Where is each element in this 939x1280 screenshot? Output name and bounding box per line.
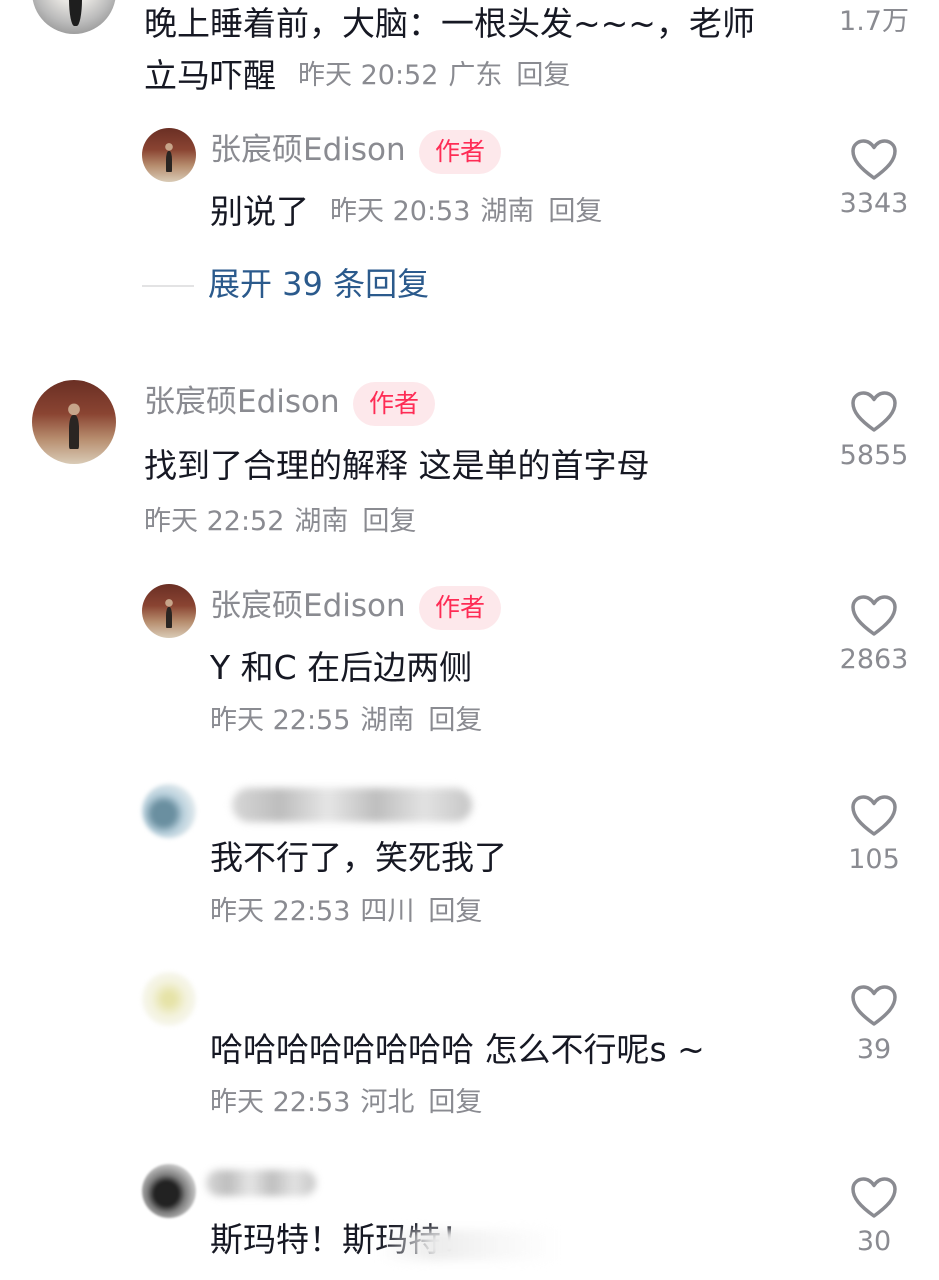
heart-outline-icon bbox=[851, 139, 897, 180]
reply-meta: 昨天 22:53 四川 回复 bbox=[210, 896, 482, 928]
reply-time: 昨天 22:53 bbox=[210, 896, 351, 927]
heart-outline-icon bbox=[851, 391, 897, 432]
author-name[interactable]: 张宸硕Edison bbox=[210, 588, 406, 625]
reply-text: Y 和C 在后边两侧 bbox=[210, 648, 473, 687]
like-count: 39 bbox=[856, 1034, 892, 1065]
user-avatar[interactable] bbox=[142, 972, 196, 1026]
like-count: 5855 bbox=[839, 440, 909, 471]
reply-time: 昨天 22:55 bbox=[210, 705, 351, 736]
heart-outline-icon bbox=[851, 795, 897, 836]
like-count: 105 bbox=[848, 844, 900, 875]
reply-text: 哈哈哈哈哈哈哈哈 怎么不行呢s ~ bbox=[210, 1030, 705, 1069]
comment-time: 昨天 20:52 bbox=[298, 60, 439, 91]
like-button[interactable]: 3343 bbox=[819, 138, 929, 220]
comment-location: 广东 bbox=[448, 60, 503, 91]
reply-meta: 昨天 20:53 湖南 回复 bbox=[330, 196, 602, 228]
reply-text: 我不行了，笑死我了 bbox=[210, 838, 507, 877]
heart-outline-icon bbox=[851, 985, 897, 1026]
comment-text: 找到了合理的解释 这是单的首字母 bbox=[144, 446, 650, 485]
author-badge: 作者 bbox=[419, 130, 502, 174]
expand-divider bbox=[142, 285, 194, 287]
like-count: 30 bbox=[856, 1226, 892, 1257]
heart-outline-icon bbox=[851, 595, 897, 636]
like-button[interactable]: 2863 bbox=[819, 594, 929, 676]
comment-list: 晚上睡着前，大脑：一根头发~~~，老师 立马吓醒 昨天 20:52 广东 回复 1.… bbox=[0, 0, 939, 1280]
reply-location: 湖南 bbox=[480, 196, 535, 227]
reply-button[interactable]: 回复 bbox=[428, 896, 482, 927]
reply-location: 四川 bbox=[360, 896, 415, 927]
author-avatar[interactable] bbox=[32, 380, 116, 464]
author-avatar[interactable] bbox=[142, 584, 196, 638]
reply-location: 河北 bbox=[360, 1087, 415, 1118]
heart-outline-icon bbox=[851, 1177, 897, 1218]
user-avatar[interactable] bbox=[142, 1164, 196, 1218]
comment-meta: 昨天 20:52 广东 回复 bbox=[298, 60, 570, 92]
redacted-username bbox=[232, 788, 472, 822]
user-avatar[interactable] bbox=[142, 784, 196, 838]
reply-button[interactable]: 回复 bbox=[516, 60, 570, 91]
reply-text: 别说了 bbox=[210, 192, 309, 231]
like-widget: 1.7万 bbox=[819, 0, 929, 38]
redaction-blur bbox=[380, 1230, 560, 1260]
like-count: 3343 bbox=[839, 188, 909, 219]
comment-text: 晚上睡着前，大脑：一根头发~~~，老师 bbox=[144, 4, 755, 43]
comment-meta: 昨天 22:52 湖南 回复 bbox=[144, 506, 416, 538]
reply-button[interactable]: 回复 bbox=[548, 196, 602, 227]
author-name[interactable]: 张宸硕Edison bbox=[210, 132, 406, 169]
user-avatar[interactable] bbox=[32, 0, 116, 34]
author-avatar[interactable] bbox=[142, 128, 196, 182]
author-badge: 作者 bbox=[419, 586, 502, 630]
reply-meta: 昨天 22:55 湖南 回复 bbox=[210, 705, 482, 737]
comment-time: 昨天 22:52 bbox=[144, 506, 285, 537]
comment-location: 湖南 bbox=[294, 506, 349, 537]
reply-location: 湖南 bbox=[360, 705, 415, 736]
reply-button[interactable]: 回复 bbox=[428, 1087, 482, 1118]
reply-time: 昨天 20:53 bbox=[330, 196, 471, 227]
redacted-username bbox=[206, 1170, 316, 1196]
reply-button[interactable]: 回复 bbox=[428, 705, 482, 736]
comment-text-continued: 立马吓醒 bbox=[144, 56, 276, 95]
like-count: 2863 bbox=[839, 644, 909, 675]
reply-time: 昨天 22:53 bbox=[210, 1087, 351, 1118]
like-button[interactable]: 39 bbox=[819, 984, 929, 1066]
expand-replies-button[interactable]: 展开 39 条回复 bbox=[208, 265, 429, 303]
like-count: 1.7万 bbox=[839, 6, 909, 37]
author-badge: 作者 bbox=[353, 382, 436, 426]
reply-button[interactable]: 回复 bbox=[362, 506, 416, 537]
author-name[interactable]: 张宸硕Edison bbox=[144, 384, 340, 421]
like-button[interactable]: 5855 bbox=[819, 390, 929, 472]
like-button[interactable]: 30 bbox=[819, 1176, 929, 1258]
reply-meta: 昨天 22:53 河北 回复 bbox=[210, 1087, 482, 1119]
like-button[interactable]: 105 bbox=[819, 794, 929, 876]
